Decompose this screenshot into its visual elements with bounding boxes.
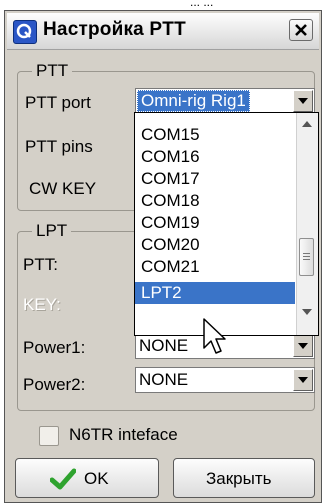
lpt-ptt-label: PTT:	[23, 255, 58, 274]
ptt-port-select[interactable]: Omni-rig Rig1	[135, 88, 315, 114]
ok-button-label: OK	[84, 469, 109, 488]
dropdown-scrollbar[interactable]	[296, 113, 318, 335]
dropdown-item[interactable]: COM20	[135, 234, 295, 256]
ptt-port-label: PTT port	[25, 93, 91, 112]
close-icon[interactable]	[289, 19, 313, 41]
power2-label: Power2:	[23, 375, 86, 394]
ptt-port-value: Omni-rig Rig1	[137, 90, 250, 112]
close-button[interactable]: Закрыть	[173, 458, 315, 498]
cw-key-label: CW KEY	[29, 179, 97, 198]
background-window-text: ... ...	[190, 0, 214, 9]
scroll-down-icon[interactable]	[297, 303, 317, 321]
window-title: Настройка PTT	[43, 19, 186, 40]
mouse-cursor-icon	[203, 318, 226, 354]
scrollbar-thumb[interactable]	[299, 238, 314, 276]
close-button-label: Закрыть	[206, 469, 272, 488]
n6tr-checkbox-label: N6TR inteface	[69, 425, 178, 444]
scroll-up-icon[interactable]	[297, 115, 317, 133]
chevron-down-icon[interactable]	[293, 90, 313, 112]
n6tr-checkbox[interactable]	[39, 426, 59, 446]
dropdown-item[interactable]: COM16	[135, 146, 295, 168]
lpt-key-label: KEY:	[23, 295, 61, 314]
power1-label: Power1:	[23, 338, 86, 357]
background-window: ... ...	[0, 0, 329, 10]
power2-value: NONE	[139, 370, 189, 389]
check-icon	[50, 468, 76, 490]
power1-value: NONE	[139, 336, 189, 355]
ptt-port-dropdown-list[interactable]: COM15 COM16 COM17 COM18 COM19 COM20 COM2…	[134, 112, 319, 336]
ptt-pins-label: PTT pins	[25, 137, 93, 156]
dropdown-item[interactable]: COM21	[135, 256, 295, 278]
chevron-down-icon[interactable]	[293, 335, 313, 357]
dropdown-item[interactable]: COM19	[135, 212, 295, 234]
dropdown-item[interactable]: COM17	[135, 168, 295, 190]
app-logo-icon	[13, 20, 37, 44]
chevron-down-icon[interactable]	[293, 369, 313, 391]
dropdown-item[interactable]: COM15	[135, 124, 295, 146]
dropdown-item-selected[interactable]: LPT2	[135, 282, 295, 304]
ptt-group-legend: PTT	[32, 61, 73, 81]
power2-select[interactable]: NONE	[135, 367, 315, 393]
dropdown-item[interactable]: COM18	[135, 190, 295, 212]
ok-button[interactable]: OK	[15, 458, 159, 498]
lpt-group-legend: LPT	[32, 221, 72, 241]
title-bar[interactable]: Настройка PTT	[7, 13, 319, 50]
